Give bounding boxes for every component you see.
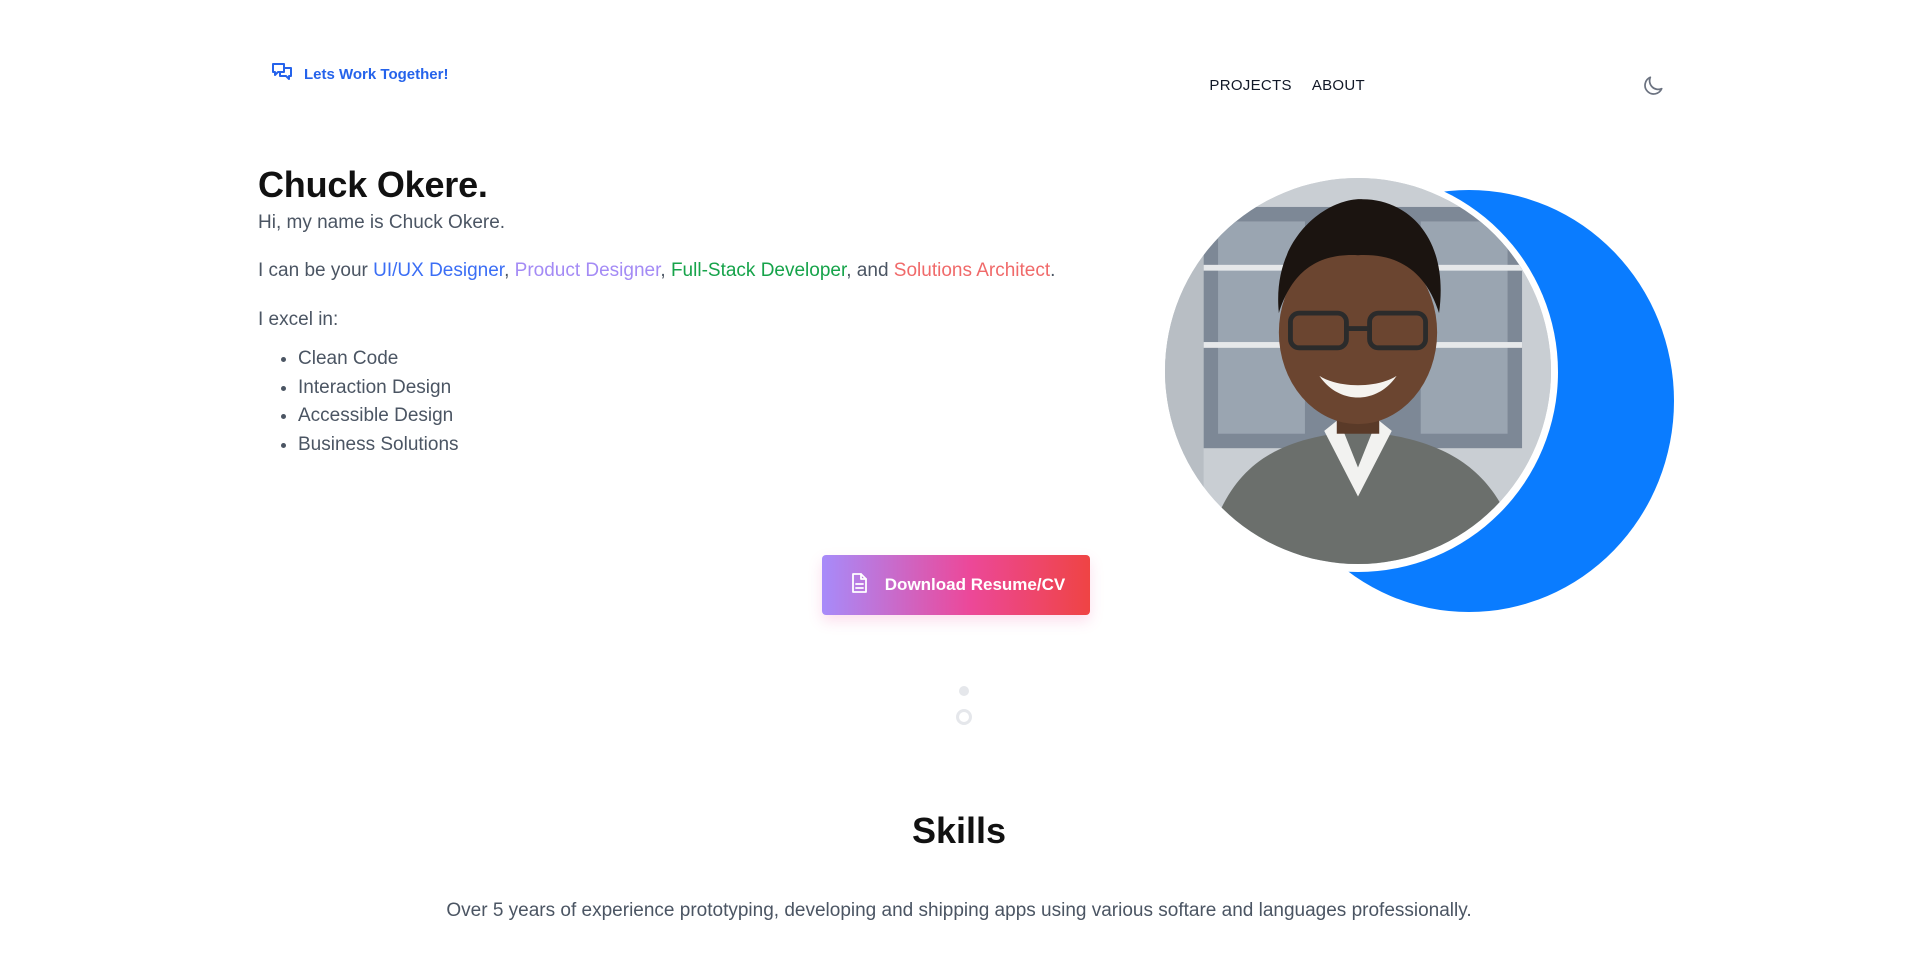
moon-icon <box>1640 76 1666 103</box>
document-icon <box>847 571 871 600</box>
skills-title: Skills <box>911 810 1007 851</box>
theme-toggle-button[interactable] <box>1640 73 1666 99</box>
profile-photo-illustration <box>1165 178 1551 564</box>
excel-label: I excel in: <box>258 309 339 330</box>
hero-roles: I can be your UI/UX Designer, Product De… <box>258 260 1056 281</box>
hero-name: Chuck Okere. <box>258 164 488 205</box>
skills-description: Over 5 years of experience prototyping, … <box>446 900 1472 921</box>
role-fullstack: Full-Stack Developer <box>670 260 847 281</box>
hero-greeting: Hi, my name is Chuck Okere. <box>258 212 506 233</box>
list-item: Accessible Design <box>298 402 459 431</box>
nav-item-projects[interactable]: PROJECTS <box>1209 77 1291 94</box>
contact-link[interactable]: Lets Work Together! <box>270 60 448 88</box>
list-item: Interaction Design <box>298 374 459 403</box>
list-item: Clean Code <box>298 345 459 374</box>
scroll-indicator-ring <box>956 709 972 725</box>
chat-bubbles-icon <box>270 60 294 88</box>
role-architect: Solutions Architect <box>893 260 1051 281</box>
nav-item-about[interactable]: ABOUT <box>1312 77 1365 94</box>
profile-photo <box>1165 178 1551 564</box>
excel-list: Clean Code Interaction Design Accessible… <box>258 345 459 459</box>
scroll-indicator-dot <box>959 686 969 696</box>
download-resume-button[interactable]: Download Resume/CV <box>822 555 1090 615</box>
roles-intro: I can be your <box>258 260 374 281</box>
role-uiux: UI/UX Designer <box>373 260 505 281</box>
download-label: Download Resume/CV <box>884 575 1066 594</box>
list-item: Business Solutions <box>298 431 459 460</box>
role-product: Product Designer <box>514 260 661 281</box>
contact-label: Lets Work Together! <box>304 65 449 83</box>
main-nav: PROJECTS ABOUT <box>1209 77 1365 94</box>
